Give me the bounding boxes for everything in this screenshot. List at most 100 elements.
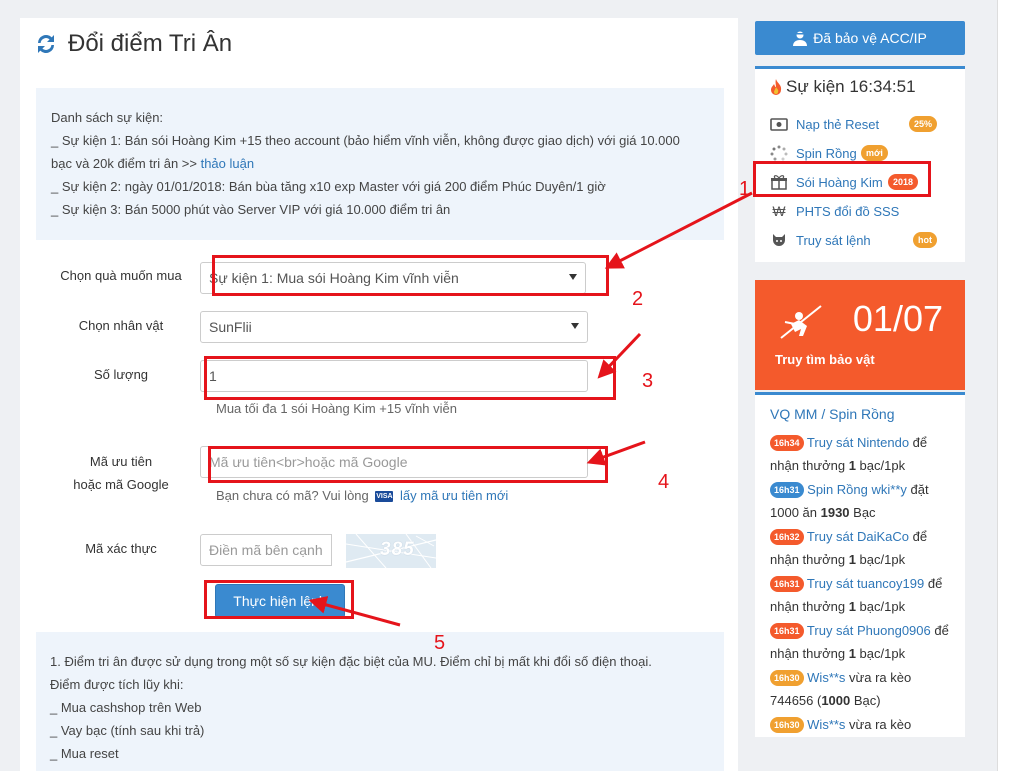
discussion-link[interactable]: thảo luận bbox=[201, 156, 255, 171]
time-badge: 16h31 bbox=[770, 623, 804, 639]
notes-box: 1. Điểm tri ân được sử dụng trong một số… bbox=[36, 632, 724, 771]
gift-row: Chọn quà muốn mua bbox=[36, 264, 206, 287]
event-label: Truy sát lệnh bbox=[796, 232, 871, 248]
character-label: Chọn nhân vật bbox=[78, 318, 164, 333]
feed-player-link[interactable]: Truy sát DaiKaCo bbox=[807, 529, 909, 544]
feed-item: 16h32 Truy sát DaiKaCo để nhận thưởng 1 … bbox=[770, 525, 958, 571]
feed-amount: 1 bbox=[848, 599, 856, 614]
time-badge: 16h31 bbox=[770, 482, 804, 498]
promo-label-line-1: Mã ưu tiên bbox=[89, 454, 153, 469]
info-line-4: _ Sự kiện 3: Bán 5000 phút vào Server VI… bbox=[51, 202, 451, 217]
feed-amount: 1000 bbox=[821, 693, 851, 708]
badge-new: mới bbox=[861, 145, 888, 161]
event-item-truy-sat[interactable]: Truy sát lệnh bbox=[770, 229, 871, 251]
chevron-down-icon bbox=[569, 274, 577, 280]
info-line-2: bạc và 20k điểm tri ân >> thảo luận bbox=[51, 152, 709, 175]
events-title-text: Sự kiện 16:34:51 bbox=[786, 77, 916, 96]
feed-tail: bạc/1pk bbox=[855, 646, 906, 661]
promo-code-input[interactable]: Mã ưu tiên<br>hoặc mã Google bbox=[200, 446, 588, 478]
promo-label-line-2: hoặc mã Google bbox=[73, 477, 169, 492]
treasure-hunt-banner[interactable]: 01/07 Truy tìm bảo vật bbox=[755, 280, 965, 390]
note-line-3: _ Mua cashshop trên Web bbox=[50, 700, 202, 715]
event-item-phts[interactable]: ₩ PHTS đổi đồ SSS bbox=[770, 200, 899, 222]
quantity-hint: Mua tối đa 1 sói Hoàng Kim +15 vĩnh viễn bbox=[216, 401, 458, 416]
captcha-placeholder: Điền mã bên cạnh bbox=[209, 542, 323, 558]
feed-item: 16h31 Spin Rồng wki**y đặt 1000 ăn 1930 … bbox=[770, 478, 958, 524]
feed-list: 16h34 Truy sát Nintendo để nhận thưởng 1… bbox=[770, 431, 958, 737]
note-line-1: 1. Điểm tri ân được sử dụng trong một số… bbox=[50, 654, 652, 669]
info-heading: Danh sách sự kiện: bbox=[51, 110, 164, 125]
get-promo-link[interactable]: lấy mã ưu tiên mới bbox=[400, 488, 508, 503]
feed-player-link[interactable]: Truy sát Nintendo bbox=[807, 435, 909, 450]
title-row: Đổi điểm Tri Ân bbox=[34, 30, 232, 58]
event-label: Nạp thẻ Reset bbox=[796, 116, 880, 132]
note-line-2: Điểm được tích lũy khi: bbox=[50, 677, 184, 692]
octocat-icon bbox=[773, 234, 785, 246]
time-badge: 16h34 bbox=[770, 435, 804, 451]
treasure-date: 01/07 bbox=[852, 298, 943, 339]
character-select[interactable]: SunFlii bbox=[200, 311, 588, 343]
event-label: PHTS đổi đồ SSS bbox=[796, 203, 900, 219]
feed-item: 16h30 Wis**s vừa ra kèo 744656 (1000 Bạc… bbox=[770, 666, 958, 712]
feed-player-link[interactable]: Wis**s bbox=[807, 717, 845, 732]
ninja-icon bbox=[780, 305, 822, 339]
promo-hint-text: Bạn chưa có mã? Vui lòng bbox=[216, 488, 369, 503]
feed-tail: bạc/1pk bbox=[855, 552, 906, 567]
feed-text: vừa ra kèo bbox=[845, 717, 912, 732]
badge-2018: 2018 bbox=[888, 174, 919, 190]
note-line-5: _ Mua reset bbox=[50, 746, 119, 761]
feed-player-link[interactable]: Wis**s bbox=[807, 670, 845, 685]
feed-amount: 1 bbox=[848, 646, 856, 661]
feed-player-link[interactable]: Truy sát tuancoy199 bbox=[807, 576, 924, 591]
user-secret-icon bbox=[793, 31, 808, 46]
gift-label: Chọn quà muốn mua bbox=[60, 268, 182, 283]
feed-title[interactable]: VQ MM / Spin Rồng bbox=[770, 406, 895, 422]
info-line-2-text: bạc và 20k điểm tri ân >> bbox=[51, 156, 201, 171]
refresh-icon[interactable] bbox=[34, 32, 58, 56]
character-select-value: SunFlii bbox=[209, 319, 252, 335]
feed-amount: 1930 bbox=[820, 505, 850, 520]
event-item-spin-rong[interactable]: Spin Rồng bbox=[770, 142, 857, 164]
time-badge: 16h32 bbox=[770, 529, 804, 545]
note-line-4: _ Vay bạc (tính sau khi trả) bbox=[50, 723, 205, 738]
captcha-image[interactable]: 385 bbox=[346, 534, 436, 568]
feed-item: 16h31 Truy sát Phuong0906 để nhận thưởng… bbox=[770, 619, 958, 665]
annotation-number-2: 2 bbox=[632, 288, 644, 310]
event-item-soi-hoang-kim[interactable]: Sói Hoàng Kim bbox=[770, 171, 883, 193]
main-panel: Đổi điểm Tri Ân Danh sách sự kiện: _ Sự … bbox=[20, 18, 738, 771]
quantity-input[interactable]: 1 bbox=[200, 360, 588, 392]
captcha-input[interactable]: Điền mã bên cạnh bbox=[200, 534, 332, 566]
page-scrollbar[interactable] bbox=[997, 0, 1011, 771]
time-badge: 16h30 bbox=[770, 670, 804, 686]
feed-item: 16h30 Wis**s vừa ra kèo bbox=[770, 713, 958, 736]
visa-icon: VISA bbox=[375, 491, 394, 503]
promo-hint: Bạn chưa có mã? Vui lòng VISA lấy mã ưu … bbox=[216, 488, 508, 503]
annotation-number-1: 1 bbox=[739, 178, 751, 200]
feed-player-link[interactable]: Truy sát Phuong0906 bbox=[807, 623, 931, 638]
feed-amount: 1 bbox=[848, 458, 856, 473]
time-badge: 16h30 bbox=[770, 717, 804, 733]
character-row: Chọn nhân vật bbox=[36, 314, 206, 337]
gift-icon bbox=[771, 175, 787, 190]
event-label: Sói Hoàng Kim bbox=[796, 174, 883, 190]
event-item-nap-the[interactable]: Nạp thẻ Reset bbox=[770, 113, 879, 135]
page-title: Đổi điểm Tri Ân bbox=[68, 30, 233, 57]
event-label: Spin Rồng bbox=[796, 145, 857, 161]
won-icon: ₩ bbox=[772, 203, 786, 219]
info-line-1: _ Sự kiện 1: Bán sói Hoàng Kim +15 theo … bbox=[51, 133, 680, 148]
promo-label: Mã ưu tiên hoặc mã Google bbox=[36, 450, 206, 496]
spinner-icon bbox=[770, 145, 788, 161]
annotation-number-4: 4 bbox=[658, 471, 670, 493]
quantity-label: Số lượng bbox=[93, 367, 149, 382]
protect-label: Đã bảo vệ ACC/IP bbox=[813, 30, 927, 46]
info-line-3: _ Sự kiện 2: ngày 01/01/2018: Bán bùa tă… bbox=[51, 179, 606, 194]
feed-player-link[interactable]: Spin Rồng wki**y bbox=[807, 482, 907, 497]
feed-tail: Bạc) bbox=[850, 693, 881, 708]
feed-tail: bạc/1pk bbox=[855, 599, 906, 614]
submit-button[interactable]: Thực hiện lệnh bbox=[215, 584, 345, 618]
gift-select[interactable]: Sự kiện 1: Mua sói Hoàng Kim vĩnh viễn bbox=[200, 262, 586, 294]
protect-account-button[interactable]: Đã bảo vệ ACC/IP bbox=[755, 21, 965, 55]
captcha-label: Mã xác thực bbox=[85, 541, 157, 556]
treasure-label: Truy tìm bảo vật bbox=[775, 352, 875, 367]
quantity-row: Số lượng bbox=[36, 363, 206, 386]
